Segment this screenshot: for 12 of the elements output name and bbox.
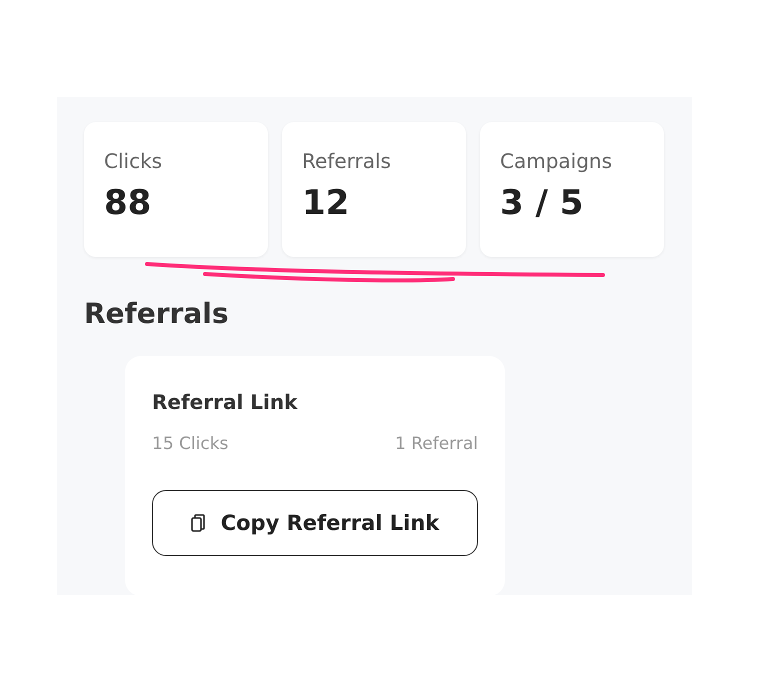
stat-value: 88 [104,183,152,223]
card-title: Referral Link [152,390,299,414]
stat-label: Campaigns [500,149,614,173]
section-title: Referrals [84,297,230,330]
copy-link-button[interactable]: Copy Referral Link [152,490,478,556]
copy-icon [190,514,205,532]
stat-value: 12 [302,183,350,223]
clicks-count: 15 Clicks [152,434,228,454]
stat-label: Clicks [104,149,164,173]
referrals-count: 1 Referral [395,434,478,454]
stat-label: Referrals [302,149,392,173]
stat-value: 3 / 5 [500,183,584,223]
